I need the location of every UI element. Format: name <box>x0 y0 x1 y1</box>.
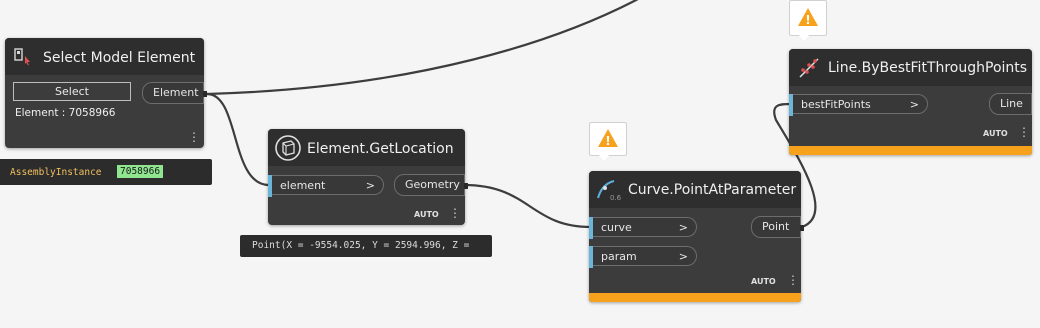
node-title: Curve.PointAtParameter <box>628 182 797 198</box>
select-button[interactable]: Select <box>13 82 131 101</box>
preview-text: Point(X = -9554.025, Y = 2594.996, Z = <box>252 240 470 251</box>
line-best-fit-icon <box>797 56 821 84</box>
port-label: curve <box>601 221 632 234</box>
node-menu-icon[interactable]: ⋮ <box>188 131 200 143</box>
select-model-element-node[interactable]: Select Model Element Select Element Elem… <box>5 38 207 148</box>
port-arrow-icon: > <box>365 179 375 192</box>
curve-point-at-parameter-node[interactable]: 0.6 Curve.PointAtParameter curve > param… <box>589 171 804 302</box>
point-output-port[interactable]: Point <box>751 216 804 238</box>
port-label: Line <box>1000 97 1023 110</box>
bestfit-warning-bubble[interactable]: ! <box>789 0 827 41</box>
element-get-location-node[interactable]: Element.GetLocation element > Geometry A… <box>268 129 468 225</box>
port-label: element <box>280 179 326 192</box>
select-model-element-icon <box>14 48 34 70</box>
wire-geometry-to-curve[interactable] <box>463 183 592 229</box>
svg-text:!: ! <box>605 134 610 148</box>
node-menu-icon[interactable]: ⋮ <box>787 274 799 286</box>
wire-element-to-offscreen[interactable] <box>206 0 640 96</box>
node-title: Element.GetLocation <box>307 141 454 157</box>
element-input-port[interactable]: element > <box>268 175 384 197</box>
element-get-location-preview: Point(X = -9554.025, Y = 2594.996, Z = <box>240 235 492 257</box>
port-label: param <box>601 250 637 263</box>
preview-id-value: 7058966 <box>117 165 164 178</box>
node-title: Select Model Element <box>43 50 196 66</box>
port-label: Geometry <box>405 178 460 191</box>
line-by-best-fit-node[interactable]: Line.ByBestFitThroughPoints bestFitPoint… <box>789 49 1032 155</box>
curve-input-port[interactable]: curve > <box>589 217 697 239</box>
select-model-element-preview: AssemblyInstance 7058966 <box>0 159 212 185</box>
element-get-location-icon <box>274 134 302 166</box>
port-arrow-icon: > <box>909 98 919 111</box>
selection-status-text: Element : 7058966 <box>15 107 116 119</box>
port-label: Element <box>153 86 199 99</box>
line-output-port[interactable]: Line <box>989 93 1032 115</box>
curve-warning-bubble[interactable]: ! <box>589 122 627 161</box>
warning-status-strip <box>789 146 1032 155</box>
warning-icon: ! <box>597 128 619 152</box>
warning-status-strip <box>589 293 801 302</box>
node-menu-icon[interactable]: ⋮ <box>1018 126 1030 138</box>
bestfitpoints-input-port[interactable]: bestFitPoints > <box>789 94 928 116</box>
element-output-port[interactable]: Element <box>142 82 207 104</box>
preview-type-name: AssemblyInstance <box>10 167 102 178</box>
wire-element-to-getlocation[interactable] <box>206 92 270 187</box>
node-title: Line.ByBestFitThroughPoints <box>828 60 1028 76</box>
curve-point-at-parameter-icon: 0.6 <box>596 178 622 206</box>
warning-icon: ! <box>797 7 819 31</box>
param-input-port[interactable]: param > <box>589 246 697 268</box>
svg-text:!: ! <box>805 13 810 27</box>
port-label: Point <box>762 220 790 233</box>
lacing-label[interactable]: AUTO <box>983 129 1008 138</box>
port-label: bestFitPoints <box>801 98 871 111</box>
lacing-label[interactable]: AUTO <box>414 210 439 219</box>
port-arrow-icon: > <box>678 250 688 263</box>
port-arrow-icon: > <box>678 221 688 234</box>
lacing-label[interactable]: AUTO <box>751 277 776 286</box>
node-menu-icon[interactable]: ⋮ <box>449 207 461 219</box>
geometry-output-port[interactable]: Geometry <box>394 174 468 196</box>
svg-text:0.6: 0.6 <box>610 194 622 202</box>
